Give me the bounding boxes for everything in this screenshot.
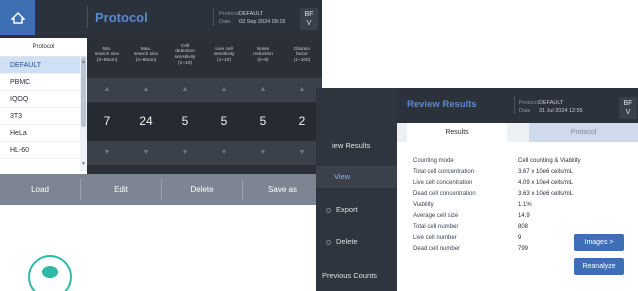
sidebar-item-export[interactable]: Export <box>316 200 397 220</box>
meta-divider <box>514 96 515 114</box>
sidebar-item-label: Export <box>336 205 358 214</box>
result-tabs: Results Protocol <box>397 123 638 142</box>
list-item[interactable]: HL-60 <box>0 142 87 159</box>
sidebar-item-label: Delete <box>336 237 358 246</box>
increment-max-size-button[interactable]: ▲ <box>127 78 165 102</box>
protocol-meta-label: Protocol <box>219 11 240 17</box>
increment-detection-button[interactable]: ▲ <box>166 78 204 102</box>
row-label: Dead cell number <box>413 246 461 252</box>
header-divider <box>87 6 88 28</box>
decorative-circle-icon <box>28 255 72 291</box>
page-title: Protocol <box>95 10 148 25</box>
param-label: reduction <box>253 52 273 58</box>
increment-noise-button[interactable]: ▲ <box>244 78 282 102</box>
page-title: Review Results <box>407 99 477 110</box>
load-button[interactable]: Load <box>0 174 80 205</box>
header-meta: ProtocolDEFAULT Date 31 Jul 2024 12:55 <box>519 99 583 115</box>
detection-value[interactable]: 5 <box>166 103 204 140</box>
list-item[interactable]: DEFAULT <box>0 57 87 74</box>
sidebar: iew Results View Export Delete Previous … <box>316 88 397 291</box>
user-badge-initials: BF <box>304 11 314 18</box>
user-badge[interactable]: BF V <box>300 8 318 30</box>
date-meta-label: Date <box>519 108 531 114</box>
chevron-down-icon[interactable]: ▼ <box>80 161 87 167</box>
home-button[interactable] <box>0 0 35 35</box>
protocol-list: Protocol DEFAULT PBMC IQOQ 3T3 HeLa HL-6… <box>0 38 87 174</box>
sidebar-item-view[interactable]: View <box>316 166 397 188</box>
list-item[interactable]: 3T3 <box>0 108 87 125</box>
decrement-min-size-button[interactable]: ▼ <box>88 141 126 165</box>
delete-button[interactable]: Delete <box>162 174 242 205</box>
list-scrollbar[interactable]: ▲ ▼ <box>80 57 87 171</box>
chevron-up-icon[interactable]: ▲ <box>80 59 87 65</box>
date-meta-label: Date <box>219 19 231 25</box>
chevron-down-icon: V <box>306 20 312 27</box>
home-icon <box>10 11 25 24</box>
sidebar-item-previous-counts[interactable]: Previous Counts <box>316 266 397 286</box>
list-item[interactable]: PBMC <box>0 74 87 91</box>
export-icon <box>326 207 331 213</box>
row-value: 799 <box>518 246 529 252</box>
meta-divider <box>213 8 214 26</box>
param-range: (4~60um) <box>135 57 157 63</box>
list-item[interactable]: HeLa <box>0 125 87 142</box>
decrement-detection-button[interactable]: ▼ <box>166 141 204 165</box>
param-header-max-size: Max. search size (4~60um) <box>127 38 165 72</box>
param-range: (1~100) <box>293 57 311 63</box>
param-header-detection: Cell detection sensitivity (1~10) <box>166 38 204 72</box>
param-label: search size <box>133 52 159 58</box>
protocol-list-header: Protocol <box>0 38 87 57</box>
param-header-dilution: Dilution factor (1~100) <box>283 38 321 72</box>
protocol-meta-value: DEFAULT <box>239 11 264 17</box>
review-header: Review Results ProtocolDEFAULT Date 31 Ju… <box>397 88 638 123</box>
reanalyze-button[interactable]: Reanalyze <box>574 258 624 275</box>
protocol-meta-value: DEFAULT <box>539 100 564 106</box>
increment-min-size-button[interactable]: ▲ <box>88 78 126 102</box>
param-label: search size <box>94 52 120 58</box>
decrement-max-size-button[interactable]: ▼ <box>127 141 165 165</box>
param-range: (1~10) <box>178 60 192 66</box>
min-size-value[interactable]: 7 <box>88 103 126 140</box>
sidebar-item-label: View <box>334 172 351 181</box>
delete-icon <box>326 239 331 245</box>
sidebar-item-delete[interactable]: Delete <box>316 232 397 252</box>
live-sensitivity-value[interactable]: 5 <box>205 103 243 140</box>
protocol-footer: Load Edit Delete Save as <box>0 174 322 205</box>
images-button[interactable]: Images > <box>574 234 624 251</box>
header-meta: ProtocolDEFAULT Date 03 Sep 2024 09:16 <box>219 10 286 26</box>
chevron-down-icon: V <box>625 109 631 116</box>
param-header-live-sensitivity: Live cell sensitivity (1~10) <box>205 38 243 72</box>
date-meta-value: 03 Sep 2024 09:16 <box>239 19 286 25</box>
review-results-screen: iew Results View Export Delete Previous … <box>316 88 638 291</box>
protocol-header: Protocol ProtocolDEFAULT Date 03 Sep 2024… <box>0 0 322 35</box>
param-header-noise: Noise reduction (0~9) <box>244 38 282 72</box>
save-as-button[interactable]: Save as <box>243 174 322 205</box>
param-header-min-size: Min. search size (3~59um) <box>88 38 126 72</box>
protocol-screen: Protocol ProtocolDEFAULT Date 03 Sep 2024… <box>0 0 322 205</box>
decrement-noise-button[interactable]: ▼ <box>244 141 282 165</box>
decrement-live-sensitivity-button[interactable]: ▼ <box>205 141 243 165</box>
edit-button[interactable]: Edit <box>81 174 161 205</box>
protocol-meta-label: Protocol <box>519 100 540 106</box>
param-label: sensitivity <box>213 52 235 58</box>
sidebar-item-review-results[interactable]: iew Results <box>316 136 397 156</box>
user-badge-initials: BF <box>623 100 633 107</box>
scrollbar-thumb[interactable] <box>81 57 86 127</box>
param-label: detection sensitivity <box>174 49 196 60</box>
param-range: (1~10) <box>216 57 231 63</box>
param-range: (0~9) <box>257 57 269 63</box>
param-range: (3~59um) <box>96 57 118 63</box>
date-meta-value: 31 Jul 2024 12:55 <box>539 108 583 114</box>
user-badge[interactable]: BF V <box>619 97 637 119</box>
tab-protocol[interactable]: Protocol <box>529 123 638 142</box>
increment-live-sensitivity-button[interactable]: ▲ <box>205 78 243 102</box>
noise-value[interactable]: 5 <box>244 103 282 140</box>
list-item[interactable]: IQOQ <box>0 91 87 108</box>
tab-results[interactable]: Results <box>407 123 507 142</box>
max-size-value[interactable]: 24 <box>127 103 165 140</box>
param-label: factor <box>295 52 308 58</box>
